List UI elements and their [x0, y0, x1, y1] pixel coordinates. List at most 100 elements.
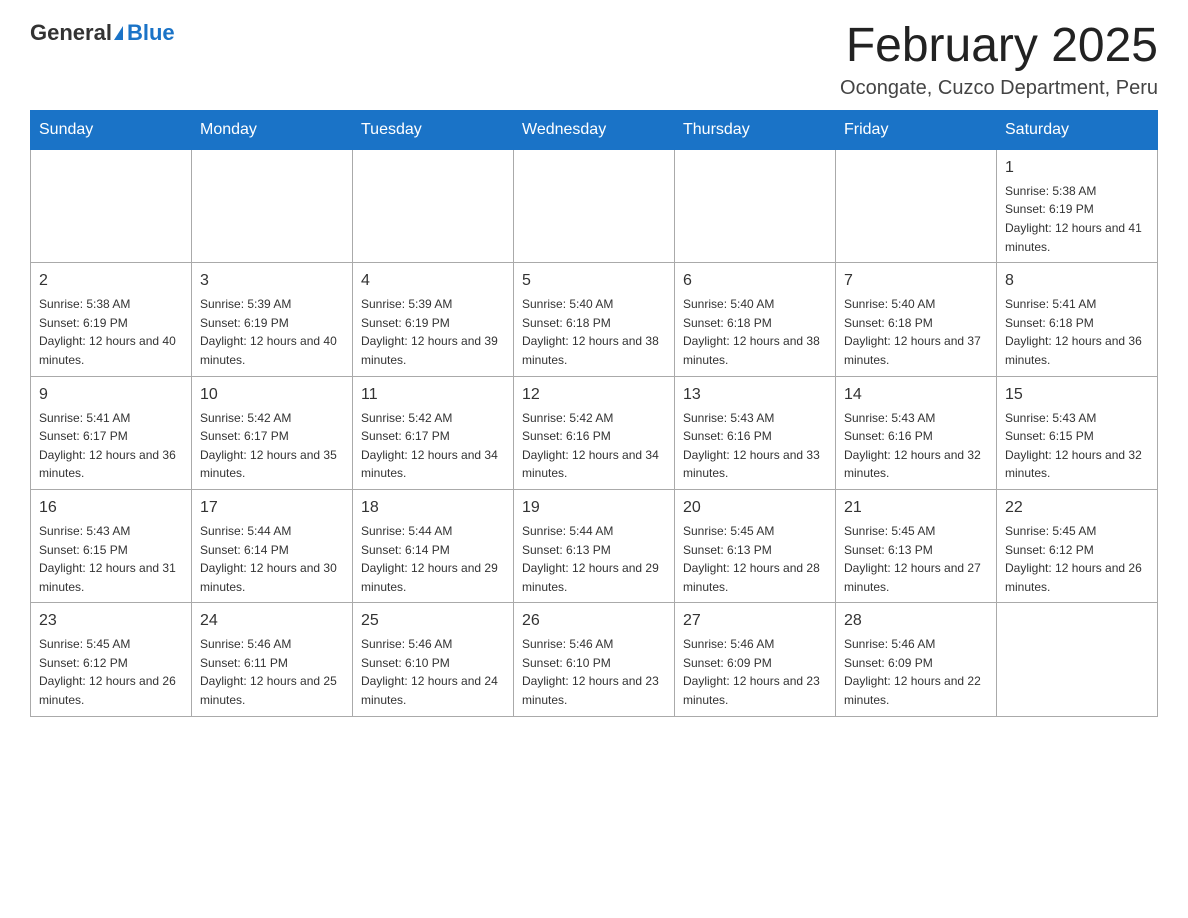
- calendar-cell: 2Sunrise: 5:38 AM Sunset: 6:19 PM Daylig…: [31, 263, 192, 376]
- calendar-cell: [675, 149, 836, 262]
- day-info: Sunrise: 5:46 AM Sunset: 6:09 PM Dayligh…: [844, 635, 988, 709]
- calendar-cell: 19Sunrise: 5:44 AM Sunset: 6:13 PM Dayli…: [514, 489, 675, 602]
- day-info: Sunrise: 5:44 AM Sunset: 6:14 PM Dayligh…: [361, 522, 505, 596]
- day-info: Sunrise: 5:45 AM Sunset: 6:13 PM Dayligh…: [683, 522, 827, 596]
- calendar-cell: 26Sunrise: 5:46 AM Sunset: 6:10 PM Dayli…: [514, 603, 675, 716]
- calendar-cell: 1Sunrise: 5:38 AM Sunset: 6:19 PM Daylig…: [997, 149, 1158, 262]
- header-saturday: Saturday: [997, 110, 1158, 149]
- day-info: Sunrise: 5:46 AM Sunset: 6:11 PM Dayligh…: [200, 635, 344, 709]
- calendar-cell: 16Sunrise: 5:43 AM Sunset: 6:15 PM Dayli…: [31, 489, 192, 602]
- day-info: Sunrise: 5:43 AM Sunset: 6:15 PM Dayligh…: [1005, 409, 1149, 483]
- logo-general: General: [30, 20, 112, 46]
- day-number: 28: [844, 609, 988, 633]
- header-monday: Monday: [192, 110, 353, 149]
- location-title: Ocongate, Cuzco Department, Peru: [840, 77, 1158, 100]
- day-number: 3: [200, 269, 344, 293]
- day-info: Sunrise: 5:42 AM Sunset: 6:16 PM Dayligh…: [522, 409, 666, 483]
- calendar-cell: [836, 149, 997, 262]
- week-row-5: 23Sunrise: 5:45 AM Sunset: 6:12 PM Dayli…: [31, 603, 1158, 716]
- calendar-cell: 6Sunrise: 5:40 AM Sunset: 6:18 PM Daylig…: [675, 263, 836, 376]
- calendar-table: SundayMondayTuesdayWednesdayThursdayFrid…: [30, 110, 1158, 717]
- day-info: Sunrise: 5:45 AM Sunset: 6:12 PM Dayligh…: [1005, 522, 1149, 596]
- calendar-cell: 11Sunrise: 5:42 AM Sunset: 6:17 PM Dayli…: [353, 376, 514, 489]
- day-info: Sunrise: 5:46 AM Sunset: 6:09 PM Dayligh…: [683, 635, 827, 709]
- day-number: 15: [1005, 383, 1149, 407]
- header-sunday: Sunday: [31, 110, 192, 149]
- day-number: 20: [683, 496, 827, 520]
- day-info: Sunrise: 5:45 AM Sunset: 6:12 PM Dayligh…: [39, 635, 183, 709]
- day-number: 4: [361, 269, 505, 293]
- calendar-cell: 27Sunrise: 5:46 AM Sunset: 6:09 PM Dayli…: [675, 603, 836, 716]
- calendar-cell: 4Sunrise: 5:39 AM Sunset: 6:19 PM Daylig…: [353, 263, 514, 376]
- day-info: Sunrise: 5:38 AM Sunset: 6:19 PM Dayligh…: [1005, 182, 1149, 256]
- day-info: Sunrise: 5:46 AM Sunset: 6:10 PM Dayligh…: [361, 635, 505, 709]
- day-number: 6: [683, 269, 827, 293]
- calendar-cell: 5Sunrise: 5:40 AM Sunset: 6:18 PM Daylig…: [514, 263, 675, 376]
- calendar-cell: 24Sunrise: 5:46 AM Sunset: 6:11 PM Dayli…: [192, 603, 353, 716]
- day-number: 11: [361, 383, 505, 407]
- day-number: 13: [683, 383, 827, 407]
- day-info: Sunrise: 5:43 AM Sunset: 6:16 PM Dayligh…: [683, 409, 827, 483]
- day-number: 22: [1005, 496, 1149, 520]
- day-number: 5: [522, 269, 666, 293]
- day-info: Sunrise: 5:39 AM Sunset: 6:19 PM Dayligh…: [361, 295, 505, 369]
- day-info: Sunrise: 5:43 AM Sunset: 6:15 PM Dayligh…: [39, 522, 183, 596]
- calendar-cell: 25Sunrise: 5:46 AM Sunset: 6:10 PM Dayli…: [353, 603, 514, 716]
- day-number: 21: [844, 496, 988, 520]
- header-tuesday: Tuesday: [353, 110, 514, 149]
- day-number: 7: [844, 269, 988, 293]
- calendar-cell: [997, 603, 1158, 716]
- day-number: 17: [200, 496, 344, 520]
- header-friday: Friday: [836, 110, 997, 149]
- day-info: Sunrise: 5:39 AM Sunset: 6:19 PM Dayligh…: [200, 295, 344, 369]
- day-number: 2: [39, 269, 183, 293]
- day-number: 26: [522, 609, 666, 633]
- calendar-cell: [353, 149, 514, 262]
- day-info: Sunrise: 5:44 AM Sunset: 6:14 PM Dayligh…: [200, 522, 344, 596]
- logo-blue: Blue: [127, 20, 175, 45]
- calendar-cell: 12Sunrise: 5:42 AM Sunset: 6:16 PM Dayli…: [514, 376, 675, 489]
- calendar-cell: 8Sunrise: 5:41 AM Sunset: 6:18 PM Daylig…: [997, 263, 1158, 376]
- day-number: 27: [683, 609, 827, 633]
- day-info: Sunrise: 5:41 AM Sunset: 6:18 PM Dayligh…: [1005, 295, 1149, 369]
- day-number: 8: [1005, 269, 1149, 293]
- calendar-cell: 14Sunrise: 5:43 AM Sunset: 6:16 PM Dayli…: [836, 376, 997, 489]
- day-info: Sunrise: 5:43 AM Sunset: 6:16 PM Dayligh…: [844, 409, 988, 483]
- week-row-4: 16Sunrise: 5:43 AM Sunset: 6:15 PM Dayli…: [31, 489, 1158, 602]
- day-number: 19: [522, 496, 666, 520]
- day-number: 24: [200, 609, 344, 633]
- calendar-cell: 21Sunrise: 5:45 AM Sunset: 6:13 PM Dayli…: [836, 489, 997, 602]
- day-number: 9: [39, 383, 183, 407]
- page-header: General Blue February 2025 Ocongate, Cuz…: [30, 20, 1158, 100]
- week-row-2: 2Sunrise: 5:38 AM Sunset: 6:19 PM Daylig…: [31, 263, 1158, 376]
- header-thursday: Thursday: [675, 110, 836, 149]
- day-number: 16: [39, 496, 183, 520]
- calendar-cell: 7Sunrise: 5:40 AM Sunset: 6:18 PM Daylig…: [836, 263, 997, 376]
- calendar-cell: 15Sunrise: 5:43 AM Sunset: 6:15 PM Dayli…: [997, 376, 1158, 489]
- day-number: 1: [1005, 156, 1149, 180]
- calendar-cell: 20Sunrise: 5:45 AM Sunset: 6:13 PM Dayli…: [675, 489, 836, 602]
- header-row: SundayMondayTuesdayWednesdayThursdayFrid…: [31, 110, 1158, 149]
- month-title: February 2025: [840, 20, 1158, 73]
- day-number: 25: [361, 609, 505, 633]
- header-wednesday: Wednesday: [514, 110, 675, 149]
- calendar-cell: 23Sunrise: 5:45 AM Sunset: 6:12 PM Dayli…: [31, 603, 192, 716]
- day-number: 10: [200, 383, 344, 407]
- calendar-cell: [514, 149, 675, 262]
- calendar-cell: 10Sunrise: 5:42 AM Sunset: 6:17 PM Dayli…: [192, 376, 353, 489]
- week-row-3: 9Sunrise: 5:41 AM Sunset: 6:17 PM Daylig…: [31, 376, 1158, 489]
- calendar-cell: 3Sunrise: 5:39 AM Sunset: 6:19 PM Daylig…: [192, 263, 353, 376]
- calendar-cell: [192, 149, 353, 262]
- day-info: Sunrise: 5:44 AM Sunset: 6:13 PM Dayligh…: [522, 522, 666, 596]
- day-info: Sunrise: 5:46 AM Sunset: 6:10 PM Dayligh…: [522, 635, 666, 709]
- day-info: Sunrise: 5:42 AM Sunset: 6:17 PM Dayligh…: [200, 409, 344, 483]
- day-info: Sunrise: 5:41 AM Sunset: 6:17 PM Dayligh…: [39, 409, 183, 483]
- calendar-cell: 9Sunrise: 5:41 AM Sunset: 6:17 PM Daylig…: [31, 376, 192, 489]
- title-section: February 2025 Ocongate, Cuzco Department…: [840, 20, 1158, 100]
- day-info: Sunrise: 5:38 AM Sunset: 6:19 PM Dayligh…: [39, 295, 183, 369]
- week-row-1: 1Sunrise: 5:38 AM Sunset: 6:19 PM Daylig…: [31, 149, 1158, 262]
- day-number: 18: [361, 496, 505, 520]
- day-info: Sunrise: 5:42 AM Sunset: 6:17 PM Dayligh…: [361, 409, 505, 483]
- calendar-cell: 22Sunrise: 5:45 AM Sunset: 6:12 PM Dayli…: [997, 489, 1158, 602]
- day-info: Sunrise: 5:40 AM Sunset: 6:18 PM Dayligh…: [683, 295, 827, 369]
